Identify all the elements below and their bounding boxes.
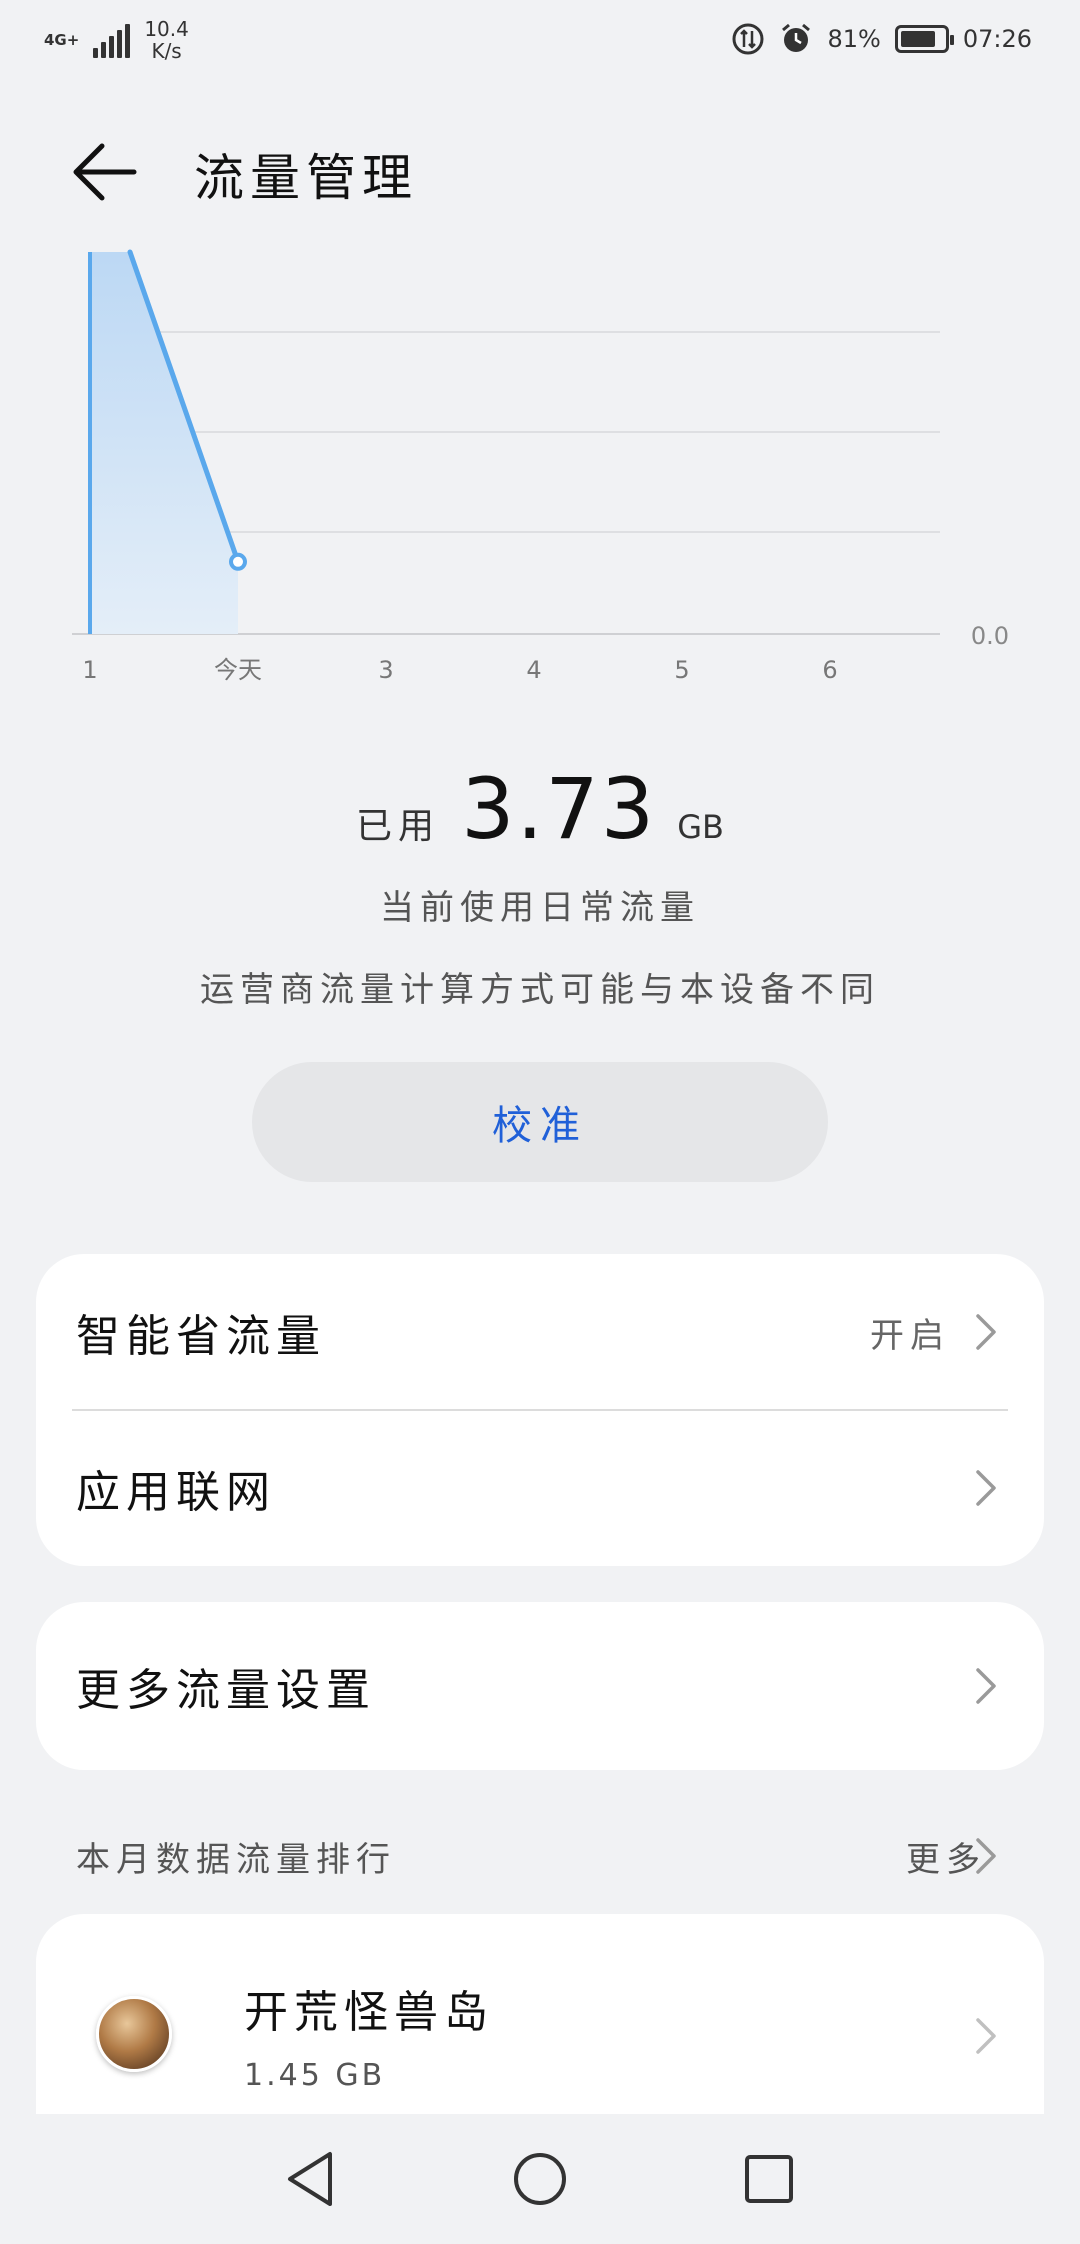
chevron-right-icon (976, 1470, 996, 1506)
nav-recents-icon[interactable] (734, 2144, 804, 2214)
battery-icon (894, 25, 954, 53)
settings-card: 智能省流量 开启 应用联网 (36, 1254, 1044, 1566)
ranking-card: 开荒怪兽岛 1.45 GB (36, 1914, 1044, 2114)
chevron-right-icon (976, 1314, 996, 1350)
usage-chart-svg: 1 今天 3 4 5 6 0.0 (72, 249, 1009, 684)
chart-x-tick-label: 1 (82, 656, 97, 684)
smart-save-value: 开启 (870, 1315, 950, 1356)
app-name: 开荒怪兽岛 (244, 1987, 494, 2038)
current-plan-text: 当前使用日常流量 (380, 888, 700, 928)
alarm-icon (782, 23, 811, 52)
network-speed-unit: K/s (151, 39, 182, 63)
chart-y-axis-label: 0.0 (971, 622, 1009, 650)
ranking-title: 本月数据流量排行 (76, 1840, 396, 1880)
chart-x-tick-label: 4 (526, 656, 541, 684)
used-unit: GB (677, 808, 724, 846)
chart-x-tick-label: 今天 (214, 656, 262, 684)
chart-x-tick-label: 6 (822, 656, 837, 684)
status-left: 4G+ 10.4 K/s (44, 18, 189, 62)
clock: 07:26 (962, 25, 1032, 53)
network-speed: 10.4 K/s (144, 18, 189, 62)
status-bar: 4G+ 10.4 K/s 81% 07:26 (0, 0, 1080, 90)
status-right: 81% 07:26 (731, 22, 1032, 56)
battery-fill (900, 31, 935, 47)
chevron-right-icon (976, 2018, 996, 2054)
navigation-bar (0, 2114, 1080, 2244)
used-value: 3.73 (461, 760, 657, 858)
smart-save-label: 智能省流量 (76, 1311, 326, 1362)
chevron-right-icon (976, 1668, 996, 1704)
chart-area (90, 252, 238, 634)
chart-x-tick-label: 3 (378, 656, 393, 684)
chart-point (229, 552, 247, 571)
chevron-right-icon (976, 1838, 996, 1874)
list-item[interactable]: 开荒怪兽岛 1.45 GB (36, 1914, 1044, 2114)
ranking-header: 本月数据流量排行 更多 (0, 1820, 1080, 1890)
data-saver-icon (732, 23, 764, 55)
used-label: 已用 (356, 806, 441, 847)
app-icon-kaihuang (96, 1996, 172, 2072)
battery-percent: 81% (827, 25, 881, 53)
chart-x-tick-label: 5 (674, 656, 689, 684)
nav-back-icon[interactable] (276, 2144, 346, 2214)
calibrate-button[interactable]: 校准 (252, 1062, 828, 1182)
app-network-row[interactable]: 应用联网 (36, 1410, 1044, 1566)
app-network-label: 应用联网 (76, 1467, 276, 1518)
more-settings-label: 更多流量设置 (76, 1665, 376, 1716)
network-type: 4G+ (44, 31, 80, 49)
more-settings-row[interactable]: 更多流量设置 (36, 1602, 1044, 1770)
nav-home-icon[interactable] (505, 2144, 575, 2214)
carrier-note-text: 运营商流量计算方式可能与本设备不同 (200, 970, 880, 1010)
signal-icon (93, 22, 131, 58)
network-speed-value: 10.4 (144, 17, 189, 41)
app-bar: 流量管理 (0, 110, 1080, 230)
smart-save-row[interactable]: 智能省流量 开启 (36, 1254, 1044, 1410)
app-usage: 1.45 GB (244, 2058, 386, 2093)
used-summary: 已用 3.73 GB (0, 760, 1080, 858)
back-arrow-icon[interactable] (68, 134, 144, 210)
page-title: 流量管理 (194, 149, 418, 207)
usage-chart: 1 今天 3 4 5 6 0.0 (0, 240, 1080, 700)
more-settings-card: 更多流量设置 (36, 1602, 1044, 1770)
